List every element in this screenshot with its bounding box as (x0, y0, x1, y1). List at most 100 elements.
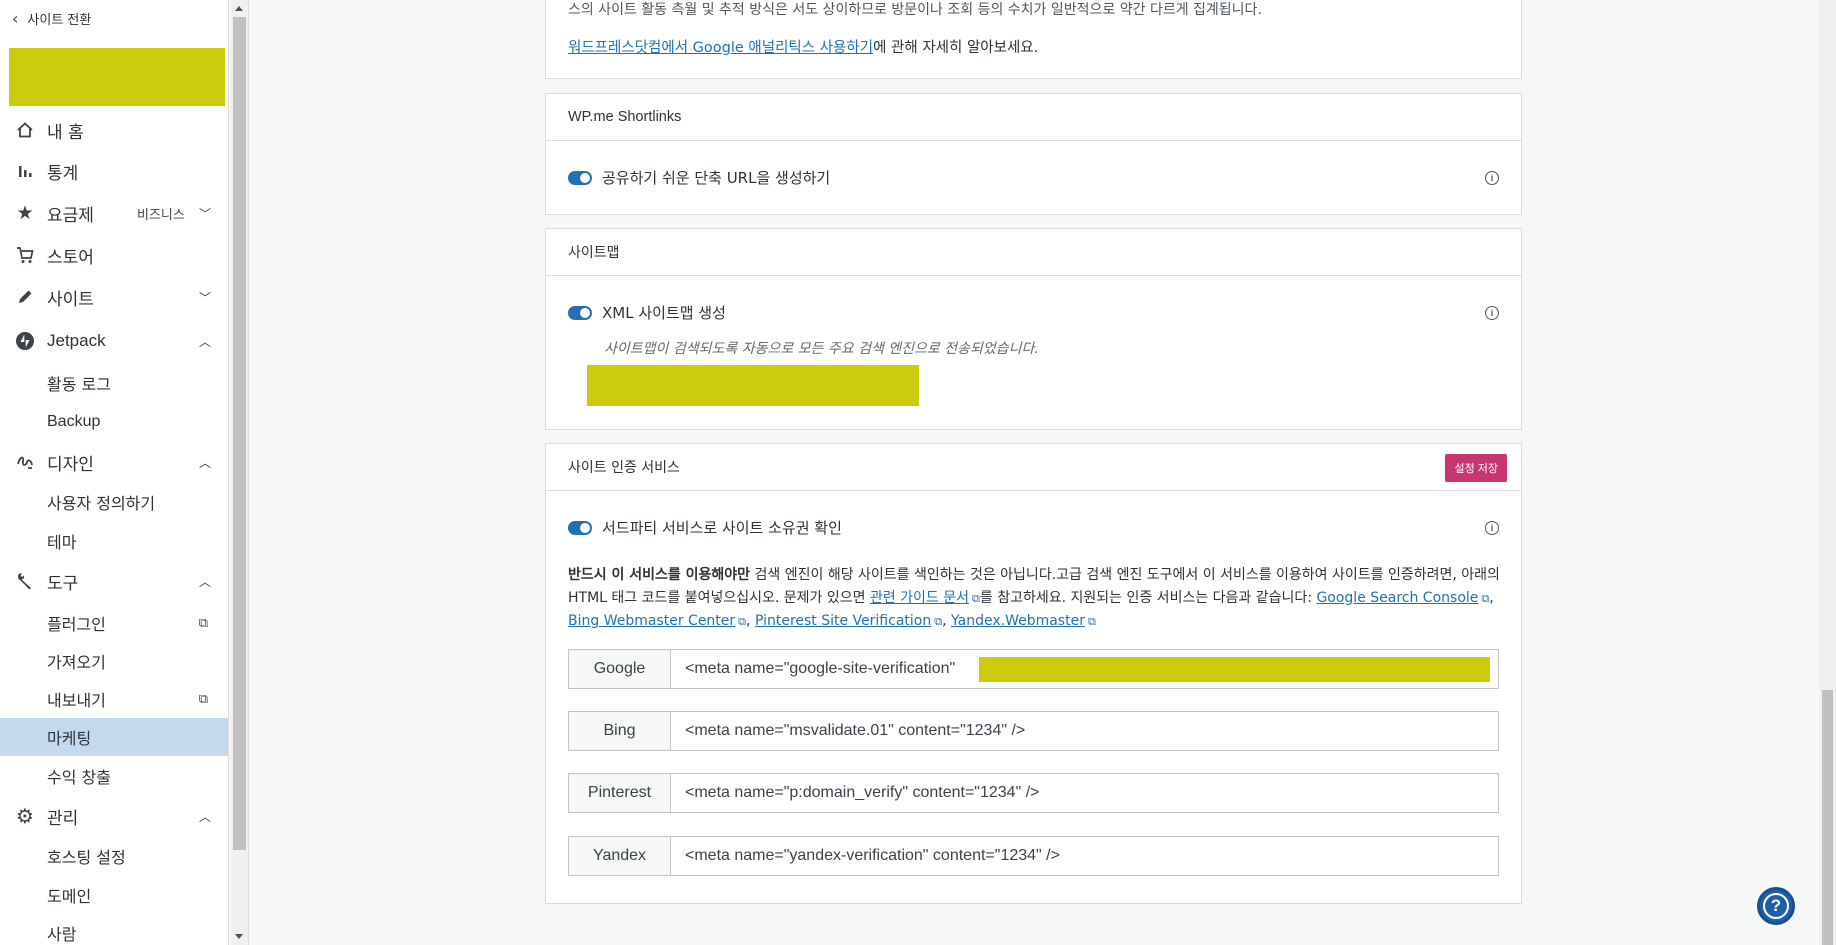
sidebar-item-store[interactable]: 스토어 (0, 236, 228, 274)
sidebar-item-jetpack[interactable]: Jetpack ︿ (0, 322, 228, 360)
page-scrollbar[interactable] (1819, 0, 1836, 945)
scrollbar-thumb[interactable] (233, 17, 246, 850)
sidebar-item-label: 내보내기 (47, 691, 106, 710)
sidebar-item-import[interactable]: 가져오기 (0, 642, 228, 680)
sitemap-card-header: 사이트맵 (546, 229, 1521, 276)
sidebar-item-label: 도메인 (47, 887, 92, 906)
sitemap-url-redacted[interactable] (587, 365, 919, 406)
sidebar-scrollbar[interactable] (230, 0, 249, 945)
bing-webmaster-link[interactable]: Bing Webmaster Center (568, 613, 735, 629)
sidebar-item-activity-log[interactable]: 활동 로그 (0, 364, 228, 402)
analytics-card: 스의 사이트 활동 측월 및 추적 방식은 서도 상이하므로 방문이나 조회 등… (545, 0, 1522, 79)
shortlinks-toggle[interactable] (568, 171, 592, 185)
scrollbar-thumb[interactable] (1822, 690, 1833, 945)
sidebar-item-plans[interactable]: ★ 요금제 비즈니스 ﹀ (0, 194, 228, 232)
external-link-icon: ⧉ (972, 591, 980, 605)
external-link-icon: ⧉ (934, 615, 943, 628)
sidebar-item-label: 플러그인 (47, 615, 106, 634)
switch-site-link[interactable]: ‹ 사이트 전환 (12, 9, 91, 28)
sidebar-item-label: 활동 로그 (47, 375, 111, 394)
sidebar-item-label: 사이트 (47, 289, 94, 310)
google-search-console-link[interactable]: Google Search Console (1316, 590, 1478, 606)
pinterest-verification-link[interactable]: Pinterest Site Verification (755, 613, 931, 629)
sidebar-item-customize[interactable]: 사용자 정의하기 (0, 483, 228, 521)
sidebar-item-themes[interactable]: 테마 (0, 522, 228, 560)
bing-verification-input[interactable]: <meta name="msvalidate.01" content="1234… (671, 712, 1498, 750)
guide-doc-link[interactable]: 관련 가이드 문서 (870, 590, 969, 606)
external-link-icon: ⧉ (738, 615, 747, 628)
input-value: <meta name="google-site-verification" (685, 660, 956, 677)
scroll-down-arrow-icon[interactable] (235, 934, 243, 939)
chevron-down-icon: ﹀ (198, 290, 211, 305)
sitemap-toggle[interactable] (568, 306, 592, 320)
verification-card-header: 사이트 인증 서비스 설정 저장 (546, 444, 1521, 491)
verification-description: 반드시 이 서비스를 이용해야만 검색 엔진이 해당 사이트를 색인하는 것은 … (568, 567, 1500, 629)
yandex-webmaster-link[interactable]: Yandex.Webmaster (951, 613, 1085, 629)
google-verification-input[interactable]: <meta name="google-site-verification" (671, 650, 1498, 688)
pinterest-verification-row: Pinterest <meta name="p:domain_verify" c… (568, 773, 1499, 813)
home-icon (14, 119, 36, 141)
sidebar-item-label: 테마 (47, 533, 77, 552)
analytics-link-suffix: 에 관해 자세히 알아보세요. (873, 40, 1039, 56)
sidebar-item-hosting[interactable]: 호스팅 설정 (0, 837, 228, 875)
sitemap-card: 사이트맵 XML 사이트맵 생성 i 사이트맵이 검색되도록 자동으로 모든 주… (545, 228, 1522, 430)
sidebar: ‹ 사이트 전환 내 홈 통계 ★ 요금제 비즈니스 ﹀ 스토어 사이트 ﹀ J… (0, 0, 229, 945)
save-settings-button[interactable]: 설정 저장 (1445, 454, 1507, 482)
verification-toggle[interactable] (568, 521, 592, 535)
sidebar-item-label: 마케팅 (47, 729, 92, 748)
pencil-icon (14, 286, 36, 308)
input-value: <meta name="yandex-verification" content… (685, 847, 1060, 864)
sidebar-item-label: 디자인 (47, 454, 94, 475)
help-question-icon: ? (1763, 893, 1789, 919)
sidebar-item-tools[interactable]: 도구 ︿ (0, 562, 228, 600)
sitemap-toggle-label: XML 사이트맵 생성 (602, 304, 726, 322)
analytics-partial-text: 스의 사이트 활동 측월 및 추적 방식은 서도 상이하므로 방문이나 조회 등… (568, 2, 1262, 18)
jetpack-icon (14, 330, 36, 352)
sidebar-item-label: 스토어 (47, 247, 94, 268)
help-button[interactable]: ? (1757, 887, 1795, 925)
card-title: 사이트맵 (568, 245, 620, 261)
sidebar-item-backup[interactable]: Backup (0, 403, 228, 441)
info-icon[interactable]: i (1485, 306, 1499, 320)
scroll-up-arrow-icon[interactable] (235, 6, 243, 11)
sidebar-item-monetize[interactable]: 수익 창출 (0, 757, 228, 795)
input-value: <meta name="p:domain_verify" content="12… (685, 784, 1040, 801)
sidebar-item-label: 요금제 (47, 205, 94, 226)
switch-site-label: 사이트 전환 (27, 13, 92, 28)
sidebar-item-domains[interactable]: 도메인 (0, 876, 228, 914)
shortlinks-card-header: WP.me Shortlinks (546, 94, 1521, 141)
info-icon[interactable]: i (1485, 171, 1499, 185)
sidebar-item-label: Jetpack (47, 331, 106, 350)
sidebar-item-label: 관리 (47, 808, 79, 829)
input-value: <meta name="msvalidate.01" content="1234… (685, 722, 1026, 739)
sidebar-item-manage[interactable]: ⚙ 관리 ︿ (0, 797, 228, 835)
cart-icon (14, 244, 36, 266)
sidebar-item-export[interactable]: 내보내기 ⧉ (0, 680, 228, 718)
yandex-verification-input[interactable]: <meta name="yandex-verification" content… (671, 837, 1498, 875)
site-card-redacted[interactable] (9, 48, 225, 106)
sidebar-item-marketing[interactable]: 마케팅 (0, 718, 228, 756)
analytics-guide-link[interactable]: 워드프레스닷컴에서 Google 애널리틱스 사용하기 (568, 40, 873, 56)
chevron-up-icon: ︿ (198, 809, 211, 824)
sitemap-note: 사이트맵이 검색되도록 자동으로 모든 주요 검색 엔진으로 전송되었습니다. (604, 341, 1039, 357)
service-label: Yandex (569, 837, 671, 875)
sidebar-item-design[interactable]: 디자인 ︿ (0, 443, 228, 481)
pinterest-verification-input[interactable]: <meta name="p:domain_verify" content="12… (671, 774, 1498, 812)
info-icon[interactable]: i (1485, 521, 1499, 535)
service-label: Bing (569, 712, 671, 750)
sidebar-item-people[interactable]: 사람 (0, 914, 228, 945)
google-code-redacted (979, 657, 1490, 682)
wrench-icon (14, 570, 36, 592)
external-link-icon: ⧉ (1087, 615, 1096, 628)
sidebar-item-stats[interactable]: 통계 (0, 152, 228, 190)
service-label: Pinterest (569, 774, 671, 812)
card-title: 사이트 인증 서비스 (568, 460, 680, 476)
stats-icon (14, 160, 36, 182)
sidebar-item-label: 사람 (47, 925, 77, 944)
sidebar-item-home[interactable]: 내 홈 (0, 111, 228, 149)
star-icon: ★ (16, 202, 34, 224)
sidebar-item-plugins[interactable]: 플러그인 ⧉ (0, 604, 228, 642)
sidebar-item-site[interactable]: 사이트 ﹀ (0, 278, 228, 316)
sidebar-item-label: 도구 (47, 573, 79, 594)
chevron-up-icon: ︿ (198, 574, 211, 589)
